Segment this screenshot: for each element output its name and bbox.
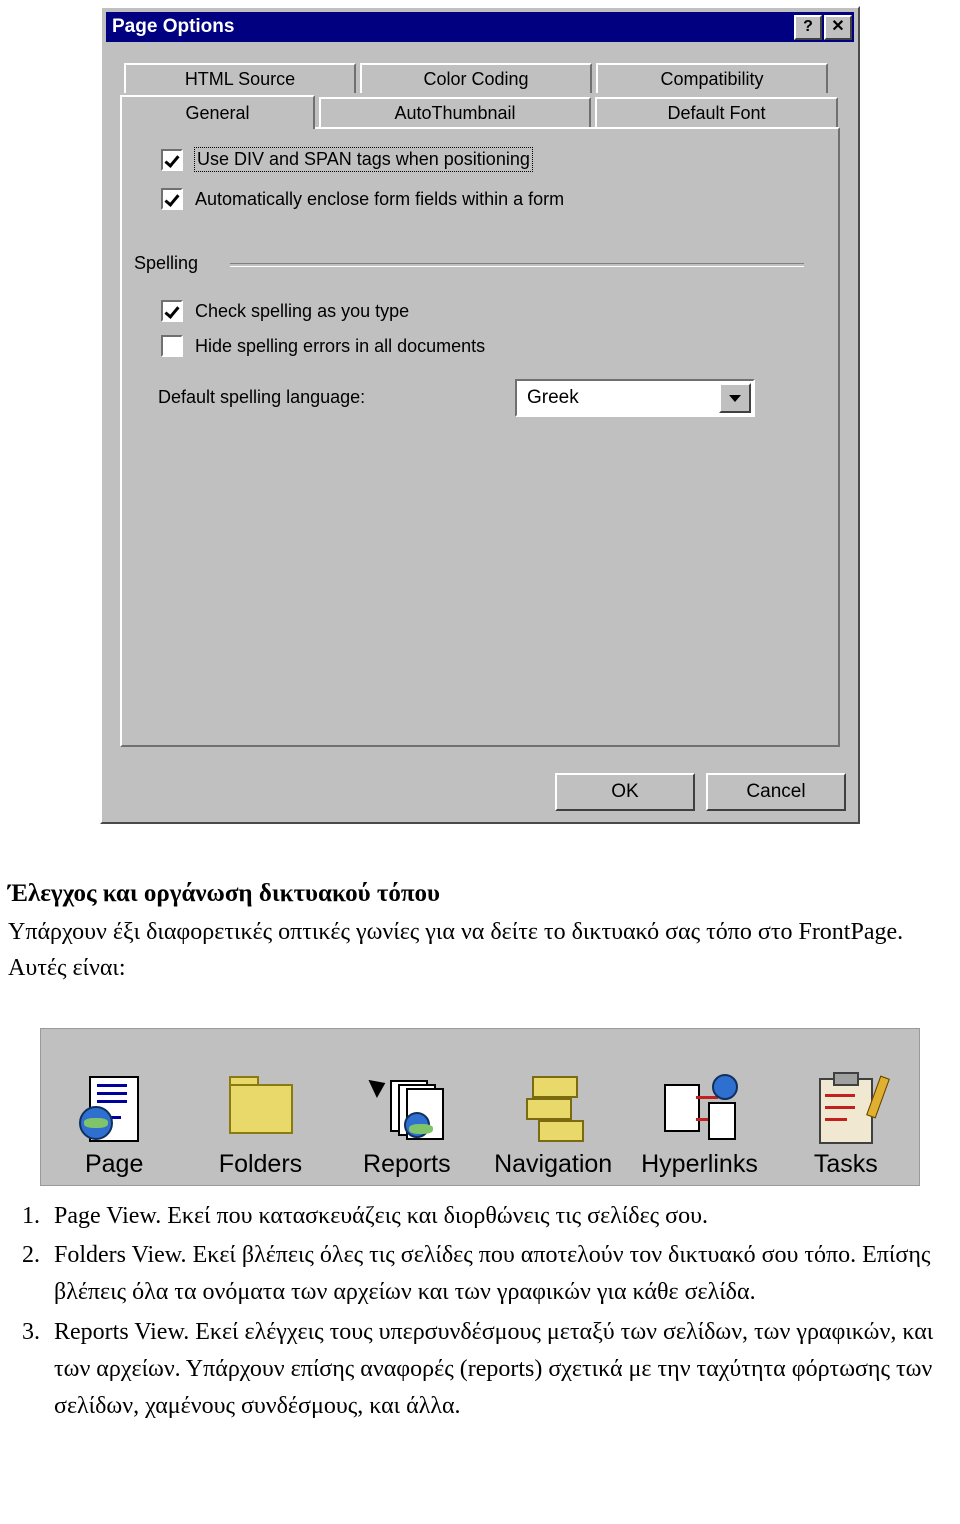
views-bar-item-reports: Reports (334, 1029, 480, 1185)
tab-html-source[interactable]: HTML Source (124, 63, 356, 93)
list-item-body: Reports View. Εκεί ελέγχεις τους υπερσυν… (54, 1314, 952, 1426)
dialog-title: Page Options (112, 16, 235, 37)
list-item-lead: Folders View. (54, 1242, 187, 1269)
views-bar-label-tasks: Tasks (813, 1150, 878, 1178)
close-icon[interactable]: ✕ (824, 14, 852, 40)
tab-row-front: General AutoThumbnail Default Font (120, 95, 842, 129)
list-item-lead: Reports View. (54, 1318, 190, 1345)
check-spelling-checkbox[interactable] (161, 300, 183, 322)
views-bar-item-hyperlinks: Hyperlinks (626, 1029, 772, 1185)
use-div-span-label: Use DIV and SPAN tags when positioning (194, 147, 533, 172)
dialog-titlebar[interactable]: Page Options ? ✕ (106, 12, 854, 42)
checkbox-enclose-form-fields-row[interactable]: Automatically enclose form fields within… (161, 188, 564, 210)
list-item-body: Page View. Εκεί που κατασκευάζεις και δι… (54, 1198, 952, 1235)
default-spelling-language-select[interactable]: Greek (515, 379, 755, 417)
page-title: Έλεγχος και οργάνωση δικτυακού τόπου (8, 880, 441, 907)
spelling-group-title: Spelling (134, 253, 207, 274)
enclose-form-fields-checkbox[interactable] (161, 188, 183, 210)
tasks-view-icon (809, 1072, 890, 1146)
list-item: 3. Reports View. Εκεί ελέγχεις τους υπερ… (8, 1314, 952, 1426)
tab-row-back: HTML Source Color Coding Compatibility (124, 63, 832, 93)
views-description-list: 1. Page View. Εκεί που κατασκευάζεις και… (8, 1198, 952, 1427)
list-item-number: 1. (22, 1203, 40, 1229)
views-bar-item-folders: Folders (187, 1029, 333, 1185)
views-bar-item-page: Page (41, 1029, 187, 1185)
views-bar-label-hyperlinks: Hyperlinks (641, 1150, 758, 1178)
list-item-text: Εκεί που κατασκευάζεις και διορθώνεις τι… (161, 1203, 708, 1229)
views-bar-label-navigation: Navigation (494, 1150, 613, 1178)
use-div-span-checkbox[interactable] (161, 148, 183, 171)
views-bar-item-tasks: Tasks (773, 1029, 919, 1185)
folders-view-icon (223, 1072, 297, 1146)
hyperlinks-view-icon (662, 1072, 739, 1146)
list-item-body: Folders View. Εκεί βλέπεις όλες τις σελί… (54, 1237, 952, 1311)
document-text-block: Έλεγχος και οργάνωση δικτυακού τόπου Υπά… (8, 880, 952, 986)
views-bar-label-reports: Reports (363, 1150, 451, 1178)
tab-compatibility[interactable]: Compatibility (596, 63, 828, 93)
intro-paragraph: Υπάρχουν έξι διαφορετικές οπτικές γωνίες… (8, 919, 904, 981)
list-item: 1. Page View. Εκεί που κατασκευάζεις και… (8, 1198, 952, 1235)
cancel-button[interactable]: Cancel (706, 773, 846, 811)
tab-autothumbnail[interactable]: AutoThumbnail (319, 97, 591, 127)
check-spelling-label: Check spelling as you type (195, 300, 410, 321)
page-view-icon (77, 1072, 151, 1146)
spelling-group-divider (230, 263, 804, 267)
default-spelling-language-label: Default spelling language: (158, 387, 366, 407)
list-item-number: 3. (22, 1318, 40, 1345)
views-bar-label-page: Page (84, 1150, 144, 1178)
views-bar-item-navigation: Navigation (480, 1029, 626, 1185)
reports-view-icon (368, 1072, 444, 1146)
list-item: 2. Folders View. Εκεί βλέπεις όλες τις σ… (8, 1237, 952, 1311)
page-options-dialog: Page Options ? ✕ HTML Source Color Codin… (100, 6, 860, 824)
tab-default-font[interactable]: Default Font (595, 97, 838, 127)
checkbox-use-div-span-row[interactable]: Use DIV and SPAN tags when positioning (161, 147, 533, 172)
checkbox-hide-spelling-errors-row[interactable]: Hide spelling errors in all documents (161, 335, 485, 357)
hide-spelling-errors-label: Hide spelling errors in all documents (195, 335, 486, 356)
tab-general[interactable]: General (120, 95, 315, 129)
general-tab-panel (120, 127, 840, 747)
checkbox-check-spelling-row[interactable]: Check spelling as you type (161, 300, 409, 322)
list-item-number: 2. (22, 1242, 40, 1269)
chevron-down-icon[interactable] (719, 383, 751, 413)
default-spelling-language-value: Greek (527, 387, 579, 408)
navigation-view-icon (516, 1072, 590, 1146)
frontpage-views-bar: Page Folders Reports Navigation Hyperlin… (40, 1028, 920, 1186)
help-icon[interactable]: ? (794, 14, 822, 40)
hide-spelling-errors-checkbox[interactable] (161, 335, 183, 357)
enclose-form-fields-label: Automatically enclose form fields within… (195, 188, 565, 209)
ok-button[interactable]: OK (555, 773, 695, 811)
views-bar-label-folders: Folders (218, 1150, 303, 1178)
list-item-lead: Page View. (54, 1203, 162, 1229)
tab-color-coding[interactable]: Color Coding (360, 63, 592, 93)
